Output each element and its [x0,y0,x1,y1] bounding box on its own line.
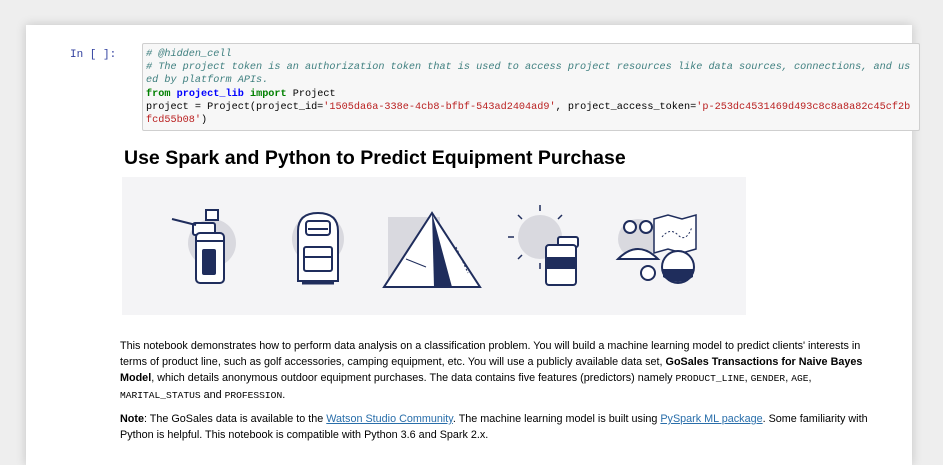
code-import-name: Project [286,88,336,100]
sun-lantern-icon [508,205,579,286]
golf-bag-icon [171,209,236,284]
period: . [282,389,286,401]
code-keyword-from: from [146,88,171,100]
feature-profession: PROFESSION [224,390,283,401]
tent-icon [382,211,482,288]
feature-gender: GENDER [750,373,786,384]
notebook-title: Use Spark and Python to Predict Equipmen… [124,147,626,169]
code-comment-hidden-cell: # @hidden_cell [146,49,232,60]
feature-product-line: PRODUCT_LINE [675,373,745,384]
code-project-call: project = Project(project_id= [146,101,324,113]
pyspark-ml-link[interactable]: PySpark ML package [660,413,762,425]
feature-marital-status: MARITAL_STATUS [120,390,201,401]
watson-studio-community-link[interactable]: Watson Studio Community [326,413,453,425]
notebook-page: In [ ]: # @hidden_cell # The project tok… [26,25,920,465]
code-input-area[interactable]: # @hidden_cell # The project token is an… [142,43,920,131]
feature-age: AGE [791,373,809,384]
conjunction: and [200,389,225,401]
banner-image [122,177,746,315]
intro-paragraph: This notebook demonstrates how to perfor… [120,338,890,404]
code-project-id-string: '1505da6a-338e-4cb8-bfbf-543ad2404ad9' [323,101,556,113]
note-paragraph: Note: The GoSales data is available to t… [120,411,890,443]
note-text-2: . The machine learning model is built us… [452,413,661,425]
backpack-icon [292,211,344,285]
code-token-arg: , project_access_token= [555,101,697,113]
code-comment-token: # The project token is an authorization … [146,62,911,87]
map-binoculars-icon [615,214,697,284]
note-label: Note [120,413,144,425]
cell-prompt: In [ ]: [70,49,117,61]
code-keyword-import: import [249,88,287,100]
note-text-1: : The GoSales data is available to the [144,413,327,425]
code-module-name: project_lib [176,88,244,100]
banner-illustration [171,205,697,288]
intro-text-2: , which details anonymous outdoor equipm… [151,372,676,384]
code-close-paren: ) [201,115,208,127]
separator: , [808,372,812,384]
code-editor[interactable]: # @hidden_cell # The project token is an… [143,44,919,131]
